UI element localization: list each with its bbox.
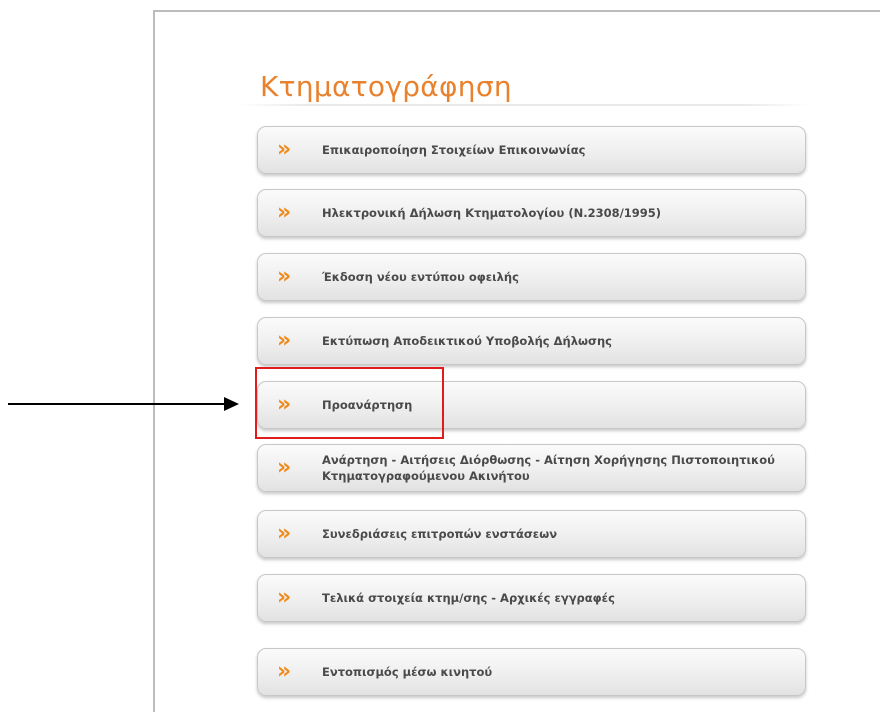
menu-item-print-submission-receipt[interactable]: » Εκτύπωση Αποδεικτικού Υποβολής Δήλωσης bbox=[257, 317, 806, 365]
highlight-box bbox=[255, 367, 444, 439]
double-chevron-right-icon: » bbox=[277, 328, 292, 353]
menu-item-objection-committee-sessions[interactable]: » Συνεδριάσεις επιτροπών ενστάσεων bbox=[257, 510, 806, 558]
menu-item-update-contact-info[interactable]: » Επικαιροποίηση Στοιχείων Επικοινωνίας bbox=[257, 126, 806, 174]
menu-item-mobile-location[interactable]: » Εντοπισμός μέσω κινητού bbox=[257, 648, 806, 696]
menu-item-label: Εκτύπωση Αποδεικτικού Υποβολής Δήλωσης bbox=[322, 334, 612, 348]
menu-item-label: Συνεδριάσεις επιτροπών ενστάσεων bbox=[322, 527, 558, 541]
menu-item-label: Επικαιροποίηση Στοιχείων Επικοινωνίας bbox=[322, 143, 586, 157]
menu-item-final-data-initial-records[interactable]: » Τελικά στοιχεία κτημ/σης - Αρχικές εγγ… bbox=[257, 574, 806, 622]
arrow-right-icon bbox=[224, 397, 239, 411]
double-chevron-right-icon: » bbox=[277, 200, 292, 225]
pointer-arrow-line bbox=[8, 403, 226, 405]
menu-item-label: Εντοπισμός μέσω κινητού bbox=[322, 665, 493, 679]
menu-item-new-debt-form[interactable]: » Έκδοση νέου εντύπου οφειλής bbox=[257, 253, 806, 301]
menu-item-label: Ανάρτηση - Αιτήσεις Διόρθωσης - Αίτηση Χ… bbox=[322, 453, 775, 483]
double-chevron-right-icon: » bbox=[277, 659, 292, 684]
double-chevron-right-icon: » bbox=[277, 585, 292, 610]
title-divider bbox=[238, 104, 810, 106]
double-chevron-right-icon: » bbox=[277, 137, 292, 162]
double-chevron-right-icon: » bbox=[277, 521, 292, 546]
menu-item-label: Έκδοση νέου εντύπου οφειλής bbox=[322, 270, 519, 284]
double-chevron-right-icon: » bbox=[277, 455, 292, 480]
menu-item-label: Ηλεκτρονική Δήλωση Κτηματολογίου (Ν.2308… bbox=[322, 206, 662, 220]
page-title: Κτηματογράφηση bbox=[260, 70, 512, 103]
menu-item-posting-corrections[interactable]: » Ανάρτηση - Αιτήσεις Διόρθωσης - Αίτηση… bbox=[257, 444, 806, 492]
double-chevron-right-icon: » bbox=[277, 264, 292, 289]
menu-item-label: Τελικά στοιχεία κτημ/σης - Αρχικές εγγρα… bbox=[322, 591, 615, 605]
menu-item-electronic-declaration[interactable]: » Ηλεκτρονική Δήλωση Κτηματολογίου (Ν.23… bbox=[257, 189, 806, 237]
